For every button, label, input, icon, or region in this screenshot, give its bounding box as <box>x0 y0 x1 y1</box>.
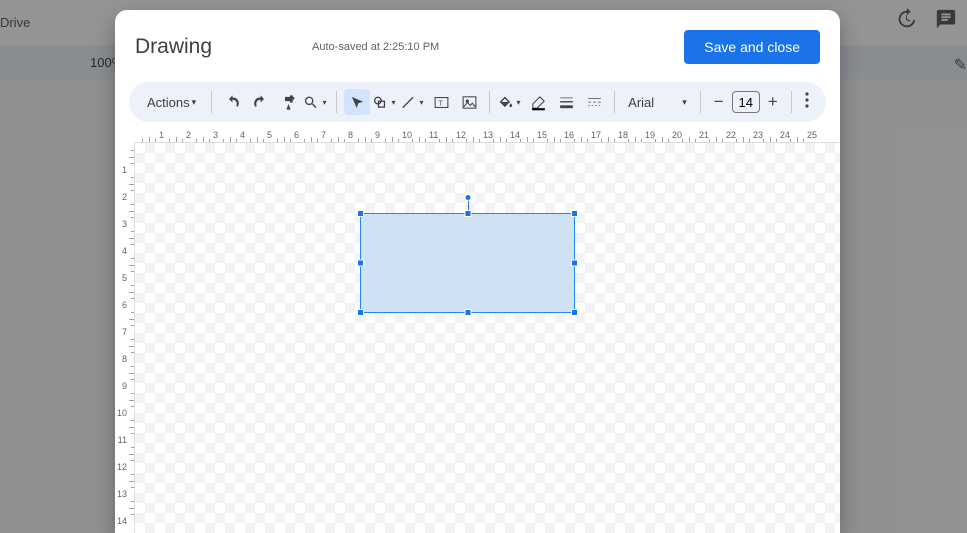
ruler-horizontal: 1234567891011121314151617181920212223242… <box>135 128 840 143</box>
actions-menu[interactable]: Actions <box>139 91 204 114</box>
border-weight-button[interactable] <box>553 89 579 115</box>
fill-color-button[interactable] <box>497 89 523 115</box>
font-size-input[interactable]: 14 <box>732 91 760 113</box>
autosave-status: Auto-saved at 2:25:10 PM <box>312 41 439 53</box>
resize-handle-ne[interactable] <box>571 210 578 217</box>
selected-rectangle-shape[interactable] <box>360 213 575 313</box>
paint-format-button[interactable] <box>275 89 301 115</box>
drawing-canvas[interactable] <box>135 143 840 533</box>
line-tool[interactable] <box>400 89 426 115</box>
more-options-button[interactable] <box>799 92 815 113</box>
ruler-vertical: 1234567891011121314 <box>115 143 135 533</box>
dialog-header: Drawing Auto-saved at 2:25:10 PM Save an… <box>115 10 840 76</box>
rotation-handle[interactable] <box>464 194 471 201</box>
drawing-dialog: Drawing Auto-saved at 2:25:10 PM Save an… <box>115 10 840 533</box>
shape-tool[interactable] <box>372 89 398 115</box>
resize-handle-s[interactable] <box>464 309 471 316</box>
resize-handle-w[interactable] <box>357 260 364 267</box>
font-size-decrease[interactable]: − <box>708 92 730 112</box>
canvas-area: 1234567891011121314151617181920212223242… <box>115 128 840 533</box>
resize-handle-n[interactable] <box>464 210 471 217</box>
resize-handle-nw[interactable] <box>357 210 364 217</box>
select-tool[interactable] <box>344 89 370 115</box>
border-color-button[interactable] <box>525 89 551 115</box>
textbox-tool[interactable]: T <box>428 89 454 115</box>
resize-handle-sw[interactable] <box>357 309 364 316</box>
actions-label: Actions <box>147 95 190 110</box>
font-family-label: Arial <box>628 95 654 110</box>
redo-button[interactable] <box>247 89 273 115</box>
undo-button[interactable] <box>219 89 245 115</box>
dialog-title: Drawing <box>135 35 212 59</box>
svg-text:T: T <box>438 99 443 107</box>
border-dash-button[interactable] <box>581 89 607 115</box>
font-size-increase[interactable]: + <box>762 92 784 112</box>
drawing-toolbar: Actions T <box>129 82 826 122</box>
save-and-close-button[interactable]: Save and close <box>684 30 820 64</box>
resize-handle-e[interactable] <box>571 260 578 267</box>
zoom-dropdown[interactable] <box>303 89 329 115</box>
font-family-select[interactable]: Arial <box>622 95 693 110</box>
image-tool[interactable] <box>456 89 482 115</box>
resize-handle-se[interactable] <box>571 309 578 316</box>
